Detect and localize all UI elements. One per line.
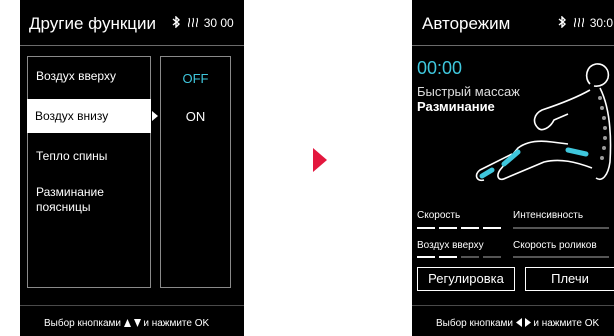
intensity-level-bar[interactable] [513,227,609,230]
option-on[interactable]: ON [161,109,230,124]
other-functions-screen: Другие функции 30 00 Воздух вверху Возду… [20,0,244,336]
screen-title: Другие функции [29,14,157,33]
footer-hint: Выбор кнопками и нажмите OK [436,318,600,329]
heat-icon [188,17,199,28]
air-top-label: Воздух вверху [417,240,484,251]
speed-label: Скорость [417,210,461,221]
massage-chair-body-icon [475,63,612,182]
heat-icon [574,17,585,28]
transition-arrow-icon [313,148,327,172]
menu-pointer-icon [152,111,158,121]
menu-item-air-bottom[interactable]: Воздух внизу [27,99,151,133]
option-off[interactable]: OFF [161,71,230,86]
function-menu: Воздух вверху Воздух внизу Тепло спины Р… [27,56,151,288]
status-bar: 30 00 [172,15,234,30]
massage-timer: 00:00 [417,58,463,78]
adjust-button[interactable]: Регулировка [417,267,515,291]
menu-item-lumbar-kneading[interactable]: Разминание поясницы [28,185,148,215]
roller-speed-level-bar[interactable] [513,256,609,259]
bluetooth-icon [172,15,181,29]
shoulders-button[interactable]: Плечи [525,267,614,291]
status-time: 30 00 [203,16,234,30]
status-bar: 30:0 [558,15,614,30]
left-arrow-icon [515,318,522,327]
speed-level-bar[interactable] [417,227,509,230]
option-panel: OFF ON [160,56,231,288]
header-divider [20,45,244,46]
roller-speed-label: Скорость роликов [513,240,597,251]
menu-item-back-heat[interactable]: Тепло спины [28,149,150,164]
bluetooth-icon [558,15,567,29]
auto-mode-screen: Авторежим 30:0 00:00 Быстрый массаж Разм… [412,0,614,336]
right-arrow-icon [524,318,531,327]
down-arrow-icon [133,319,141,327]
air-top-level-bar[interactable] [417,256,509,259]
header-divider [412,45,614,46]
footer-divider [412,305,614,306]
up-arrow-icon [123,319,131,327]
footer-hint: Выбор кнопками и нажмите OK [44,318,210,329]
menu-item-air-top[interactable]: Воздух вверху [28,69,150,84]
screen-title: Авторежим [422,14,511,33]
status-time: 30:0 [589,16,614,30]
intensity-label: Интенсивность [513,210,584,221]
footer-divider [20,305,244,306]
